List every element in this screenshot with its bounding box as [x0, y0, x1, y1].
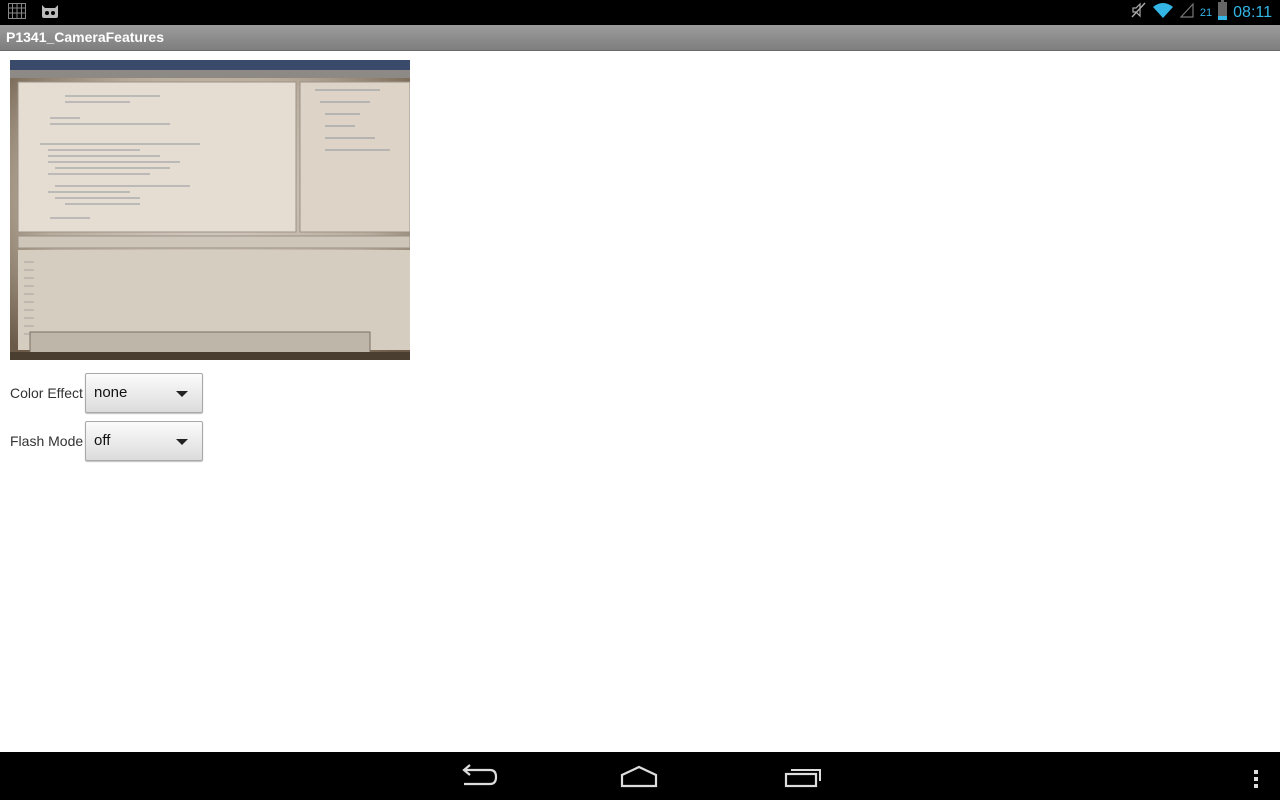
overflow-menu-icon	[1254, 770, 1258, 788]
color-effect-row: Color Effect none	[10, 372, 203, 414]
color-effect-spinner[interactable]: none	[85, 373, 203, 413]
back-icon	[462, 764, 498, 786]
recent-apps-icon	[784, 769, 821, 788]
status-bar: 21 08:11	[0, 0, 1280, 25]
clock: 08:11	[1233, 3, 1272, 21]
color-effect-value: none	[94, 384, 128, 401]
recent-apps-button[interactable]	[778, 760, 828, 792]
flash-mode-row: Flash Mode off	[10, 420, 203, 462]
flash-mode-label: Flash Mode	[10, 433, 84, 449]
signal-icon	[1179, 2, 1194, 23]
navigation-bar	[0, 752, 1280, 800]
back-button[interactable]	[452, 760, 502, 792]
home-icon	[620, 765, 658, 788]
app-title: P1341_CameraFeatures	[6, 29, 164, 45]
keyboard-grid-icon	[8, 3, 26, 24]
flash-mode-value: off	[94, 432, 111, 449]
action-bar: P1341_CameraFeatures	[0, 25, 1280, 51]
battery-level-text: 21	[1199, 6, 1213, 19]
mute-icon	[1130, 2, 1146, 23]
overflow-menu-button[interactable]	[1232, 760, 1272, 792]
cyanogen-android-icon	[40, 3, 60, 24]
camera-preview[interactable]	[10, 60, 410, 360]
flash-mode-spinner[interactable]: off	[85, 421, 203, 461]
color-effect-label: Color Effect	[10, 385, 83, 401]
home-button[interactable]	[614, 760, 664, 792]
dropdown-arrow-icon	[176, 391, 188, 397]
dropdown-arrow-icon	[176, 439, 188, 445]
battery-icon	[1218, 0, 1228, 25]
wifi-icon	[1152, 1, 1174, 24]
